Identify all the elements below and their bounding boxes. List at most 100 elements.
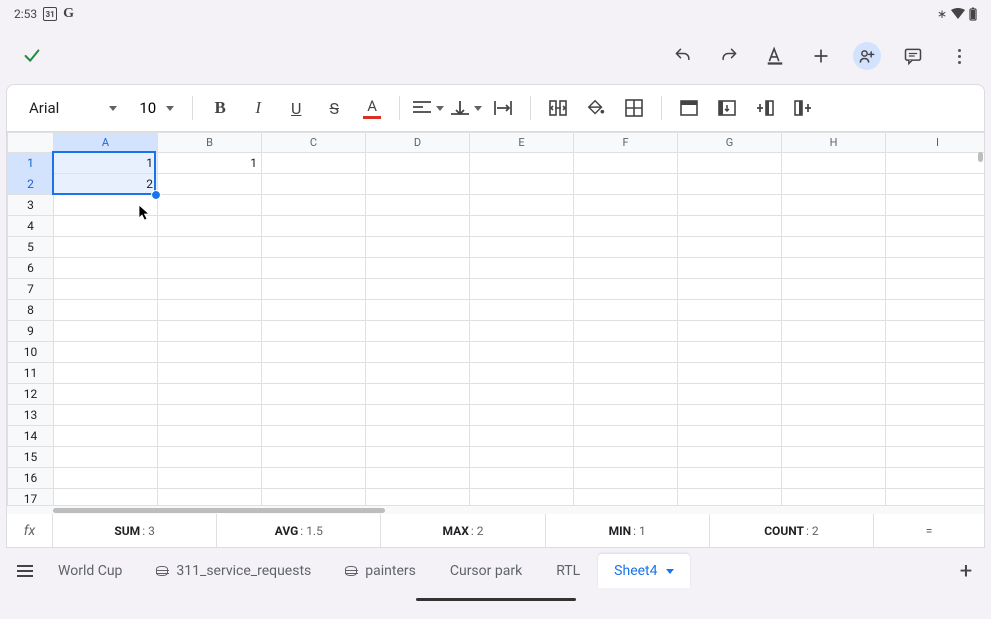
cell-I16[interactable] — [886, 468, 986, 489]
row-head-8[interactable]: 8 — [8, 300, 54, 321]
cell-I6[interactable] — [886, 258, 986, 279]
cell-E10[interactable] — [470, 342, 574, 363]
cell-B4[interactable] — [158, 216, 262, 237]
cell-H11[interactable] — [782, 363, 886, 384]
cell-E5[interactable] — [470, 237, 574, 258]
borders-button[interactable] — [617, 92, 651, 124]
cell-G13[interactable] — [678, 405, 782, 426]
cell-G8[interactable] — [678, 300, 782, 321]
cell-E7[interactable] — [470, 279, 574, 300]
col-head-H[interactable]: H — [782, 133, 886, 153]
cell-G15[interactable] — [678, 447, 782, 468]
insert-col-right-button[interactable] — [786, 92, 820, 124]
cell-C5[interactable] — [262, 237, 366, 258]
comment-button[interactable] — [899, 42, 927, 70]
cell-E4[interactable] — [470, 216, 574, 237]
cell-D4[interactable] — [366, 216, 470, 237]
cell-H2[interactable] — [782, 174, 886, 195]
cell-A16[interactable] — [54, 468, 158, 489]
row-head-16[interactable]: 16 — [8, 468, 54, 489]
cell-A14[interactable] — [54, 426, 158, 447]
cell-B15[interactable] — [158, 447, 262, 468]
cell-I10[interactable] — [886, 342, 986, 363]
cell-B11[interactable] — [158, 363, 262, 384]
freeze-rows-button[interactable] — [672, 92, 706, 124]
cell-B7[interactable] — [158, 279, 262, 300]
fx-label[interactable]: fx — [7, 514, 53, 547]
cell-I1[interactable] — [886, 153, 986, 174]
cell-I15[interactable] — [886, 447, 986, 468]
cell-E15[interactable] — [470, 447, 574, 468]
cell-F6[interactable] — [574, 258, 678, 279]
row-head-14[interactable]: 14 — [8, 426, 54, 447]
cell-G5[interactable] — [678, 237, 782, 258]
cell-F14[interactable] — [574, 426, 678, 447]
cell-H5[interactable] — [782, 237, 886, 258]
cell-A13[interactable] — [54, 405, 158, 426]
cell-D6[interactable] — [366, 258, 470, 279]
cell-D8[interactable] — [366, 300, 470, 321]
cell-B2[interactable] — [158, 174, 262, 195]
cell-A1[interactable]: 1 — [54, 153, 158, 174]
sheet-tab-1[interactable]: 311_service_requests — [140, 554, 327, 588]
cell-I5[interactable] — [886, 237, 986, 258]
insert-col-left-button[interactable] — [748, 92, 782, 124]
cell-E6[interactable] — [470, 258, 574, 279]
valign-button[interactable] — [448, 92, 482, 124]
cell-D9[interactable] — [366, 321, 470, 342]
cell-C1[interactable] — [262, 153, 366, 174]
cell-B1[interactable]: 1 — [158, 153, 262, 174]
sheet-tab-3[interactable]: Cursor park — [434, 554, 538, 588]
row-head-12[interactable]: 12 — [8, 384, 54, 405]
spreadsheet-grid[interactable]: ABCDEFGHI1112234567891011121314151617 — [6, 132, 985, 514]
gesture-nav-bar[interactable] — [0, 594, 991, 610]
col-head-A[interactable]: A — [54, 133, 158, 153]
cell-A8[interactable] — [54, 300, 158, 321]
cell-H9[interactable] — [782, 321, 886, 342]
cell-G2[interactable] — [678, 174, 782, 195]
cell-F12[interactable] — [574, 384, 678, 405]
cell-C4[interactable] — [262, 216, 366, 237]
cell-E11[interactable] — [470, 363, 574, 384]
font-family-select[interactable]: Arial — [19, 92, 127, 124]
strike-button[interactable]: S — [317, 92, 351, 124]
cell-I11[interactable] — [886, 363, 986, 384]
cell-H12[interactable] — [782, 384, 886, 405]
row-head-4[interactable]: 4 — [8, 216, 54, 237]
all-sheets-button[interactable] — [10, 556, 40, 586]
cell-H4[interactable] — [782, 216, 886, 237]
cell-A6[interactable] — [54, 258, 158, 279]
cell-D1[interactable] — [366, 153, 470, 174]
cell-E12[interactable] — [470, 384, 574, 405]
redo-button[interactable] — [715, 42, 743, 70]
cell-H6[interactable] — [782, 258, 886, 279]
cell-C9[interactable] — [262, 321, 366, 342]
cell-F8[interactable] — [574, 300, 678, 321]
cell-B10[interactable] — [158, 342, 262, 363]
sheet-tab-5[interactable]: Sheet4 — [598, 554, 689, 588]
row-head-9[interactable]: 9 — [8, 321, 54, 342]
cell-D11[interactable] — [366, 363, 470, 384]
cell-F13[interactable] — [574, 405, 678, 426]
stat-count[interactable]: COUNT: 2 — [710, 514, 874, 547]
col-head-B[interactable]: B — [158, 133, 262, 153]
cell-F3[interactable] — [574, 195, 678, 216]
cell-H7[interactable] — [782, 279, 886, 300]
cell-A9[interactable] — [54, 321, 158, 342]
stat-avg[interactable]: AVG: 1.5 — [217, 514, 381, 547]
col-head-C[interactable]: C — [262, 133, 366, 153]
cell-F2[interactable] — [574, 174, 678, 195]
cell-F15[interactable] — [574, 447, 678, 468]
sheet-tab-0[interactable]: World Cup — [42, 554, 138, 588]
row-head-13[interactable]: 13 — [8, 405, 54, 426]
row-head-15[interactable]: 15 — [8, 447, 54, 468]
cell-G11[interactable] — [678, 363, 782, 384]
row-head-1[interactable]: 1 — [8, 153, 54, 174]
cell-A7[interactable] — [54, 279, 158, 300]
fill-handle[interactable] — [152, 191, 160, 199]
cell-I7[interactable] — [886, 279, 986, 300]
cell-C7[interactable] — [262, 279, 366, 300]
cell-C12[interactable] — [262, 384, 366, 405]
cell-A11[interactable] — [54, 363, 158, 384]
cell-I14[interactable] — [886, 426, 986, 447]
